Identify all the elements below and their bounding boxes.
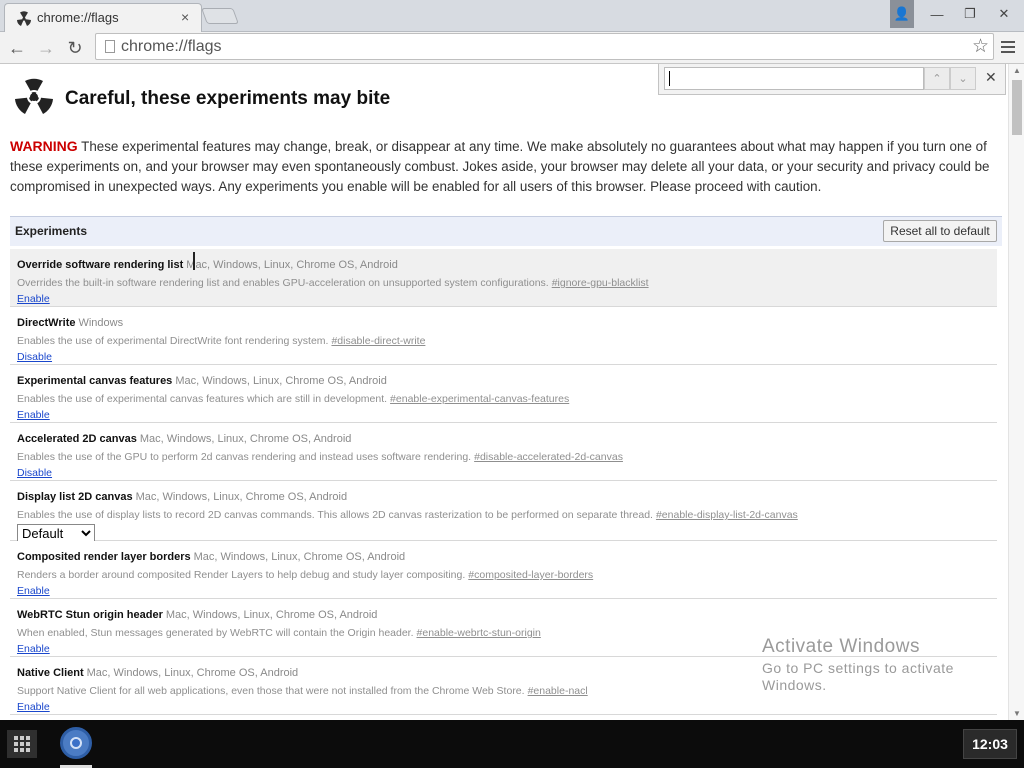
experiment-item: Display list 2D canvas Mac, Windows, Linu… xyxy=(10,481,997,543)
experiment-platforms: Mac, Windows, Linux, Chrome OS, Android xyxy=(186,259,398,271)
experiment-name: WebRTC Stun origin header xyxy=(17,609,163,621)
activate-windows-watermark: Activate Windows Go to PC settings to ac… xyxy=(762,636,992,694)
forward-button[interactable]: → xyxy=(34,36,58,60)
experiment-toggle-link[interactable]: Disable xyxy=(17,351,52,363)
find-next-button[interactable]: ⌄ xyxy=(950,67,976,90)
experiment-tag-link[interactable]: #ignore-gpu-blacklist xyxy=(552,277,649,289)
experiment-description: Renders a border around composited Rende… xyxy=(17,569,466,581)
experiment-toggle-link[interactable]: Enable xyxy=(17,643,50,655)
tab-close-icon[interactable]: × xyxy=(181,9,189,25)
warning-label: WARNING xyxy=(10,138,78,154)
experiment-platforms: Mac, Windows, Linux, Chrome OS, Android xyxy=(193,551,406,563)
chrome-browser-icon[interactable] xyxy=(60,727,92,759)
experiments-heading: Experiments xyxy=(15,224,88,238)
experiment-name: Accelerated 2D canvas xyxy=(17,433,137,445)
bookmark-star-icon[interactable]: ☆ xyxy=(972,35,989,58)
new-tab-button[interactable] xyxy=(201,8,239,24)
experiment-toggle-link[interactable]: Enable xyxy=(17,701,50,713)
experiment-platforms: Mac, Windows, Linux, Chrome OS, Android xyxy=(175,375,387,387)
experiment-tag-link[interactable]: #disable-accelerated-2d-canvas xyxy=(474,451,623,463)
experiment-description: Enables the use of experimental DirectWr… xyxy=(17,335,329,347)
experiment-toggle-link[interactable]: Enable xyxy=(17,293,50,305)
experiment-description: Enables the use of experimental canvas f… xyxy=(17,393,388,405)
reload-button[interactable]: ↻ xyxy=(63,36,87,60)
find-close-icon[interactable]: ✕ xyxy=(985,69,997,86)
scrollbar-thumb[interactable] xyxy=(1012,80,1022,135)
back-button[interactable]: ← xyxy=(5,36,29,60)
experiment-tag-link[interactable]: #enable-webrtc-stun-origin xyxy=(417,627,541,639)
experiment-toggle-link[interactable]: Enable xyxy=(17,585,50,597)
experiment-tag-link[interactable]: #enable-display-list-2d-canvas xyxy=(656,509,798,521)
experiment-item: Accelerated 2D canvas Mac, Windows, Linux… xyxy=(10,423,997,481)
page-content: Careful, these experiments may bite WARN… xyxy=(0,64,1008,720)
experiment-platforms: Windows xyxy=(78,317,124,329)
tab-strip: chrome://flags × 👤 — ❐ ✕ xyxy=(0,0,1024,32)
experiment-tag-link[interactable]: #enable-nacl xyxy=(528,685,588,697)
experiment-name: Experimental canvas features xyxy=(17,375,173,387)
warning-message: WARNING These experimental features may … xyxy=(10,136,1000,197)
experiment-name: DirectWrite xyxy=(17,317,76,329)
experiment-name: Native Client xyxy=(17,667,84,679)
restore-button[interactable]: ❐ xyxy=(957,0,983,28)
experiment-description: Enables the use of display lists to reco… xyxy=(17,509,653,521)
watermark-title: Activate Windows xyxy=(762,636,920,657)
hazard-favicon-icon xyxy=(17,11,31,26)
experiment-item: Composited render layer borders Mac, Wind… xyxy=(10,541,997,599)
tab-chrome-flags[interactable]: chrome://flags × xyxy=(4,3,202,32)
experiment-description: Overrides the built-in software renderin… xyxy=(17,277,549,289)
experiment-item: Experimental canvas features Mac, Windows… xyxy=(10,365,997,423)
minimize-button[interactable]: — xyxy=(924,0,950,28)
reset-all-button[interactable]: Reset all to default xyxy=(883,220,997,242)
experiment-platforms: Mac, Windows, Linux, Chrome OS, Android xyxy=(135,491,348,503)
experiments-header: Experiments Reset all to default xyxy=(10,216,1002,246)
experiment-name: Display list 2D canvas xyxy=(17,491,133,503)
os-shelf: 12:03 xyxy=(0,720,1024,768)
find-input[interactable] xyxy=(664,67,924,90)
experiment-description: Enables the use of the GPU to perform 2d… xyxy=(17,451,472,463)
radiation-hazard-icon xyxy=(15,78,53,114)
page-icon xyxy=(105,40,115,53)
experiment-tag-link[interactable]: #enable-experimental-canvas-features xyxy=(390,393,569,405)
watermark-subtitle: Go to PC settings to activate Windows. xyxy=(762,660,954,693)
text-caret xyxy=(669,71,670,86)
system-clock[interactable]: 12:03 xyxy=(963,729,1017,759)
experiment-item: DirectWrite Windows Enables the use of ex… xyxy=(10,307,997,365)
tab-title: chrome://flags xyxy=(37,10,119,25)
experiment-description: When enabled, Stun messages generated by… xyxy=(17,627,414,639)
experiment-platforms: Mac, Windows, Linux, Chrome OS, Android xyxy=(86,667,299,679)
close-window-button[interactable]: ✕ xyxy=(991,0,1017,28)
scroll-down-icon[interactable]: ▼ xyxy=(1013,709,1021,718)
experiment-toggle-link[interactable]: Disable xyxy=(17,467,52,479)
experiment-description: Support Native Client for all web applic… xyxy=(17,685,525,697)
page-title: Careful, these experiments may bite xyxy=(65,88,391,109)
browser-toolbar: ← → ↻ chrome://flags ☆ xyxy=(0,32,1024,64)
url-text[interactable]: chrome://flags xyxy=(121,38,221,56)
chrome-menu-icon[interactable] xyxy=(1001,38,1015,58)
warning-text: These experimental features may change, … xyxy=(10,139,990,194)
address-bar[interactable]: chrome://flags ☆ xyxy=(95,33,994,60)
find-bar: ⌃ ⌄ ✕ xyxy=(658,64,1006,95)
experiment-toggle-link[interactable]: Enable xyxy=(17,409,50,421)
profile-icon[interactable]: 👤 xyxy=(890,0,914,28)
experiment-tag-link[interactable]: #composited-layer-borders xyxy=(468,569,593,581)
page-scrollbar[interactable]: ▲ ▼ xyxy=(1008,64,1024,720)
experiment-name: Composited render layer borders xyxy=(17,551,191,563)
scroll-up-icon[interactable]: ▲ xyxy=(1013,66,1021,75)
experiment-item: Override software rendering list Mac, Win… xyxy=(10,249,997,307)
experiment-platforms: Mac, Windows, Linux, Chrome OS, Android xyxy=(139,433,352,445)
experiment-name: Override software rendering list xyxy=(17,259,184,271)
experiment-platforms: Mac, Windows, Linux, Chrome OS, Android xyxy=(165,609,378,621)
experiment-tag-link[interactable]: #disable-direct-write xyxy=(331,335,425,347)
text-cursor-icon xyxy=(193,252,195,270)
find-previous-button[interactable]: ⌃ xyxy=(924,67,950,90)
app-launcher-icon[interactable] xyxy=(7,730,37,758)
